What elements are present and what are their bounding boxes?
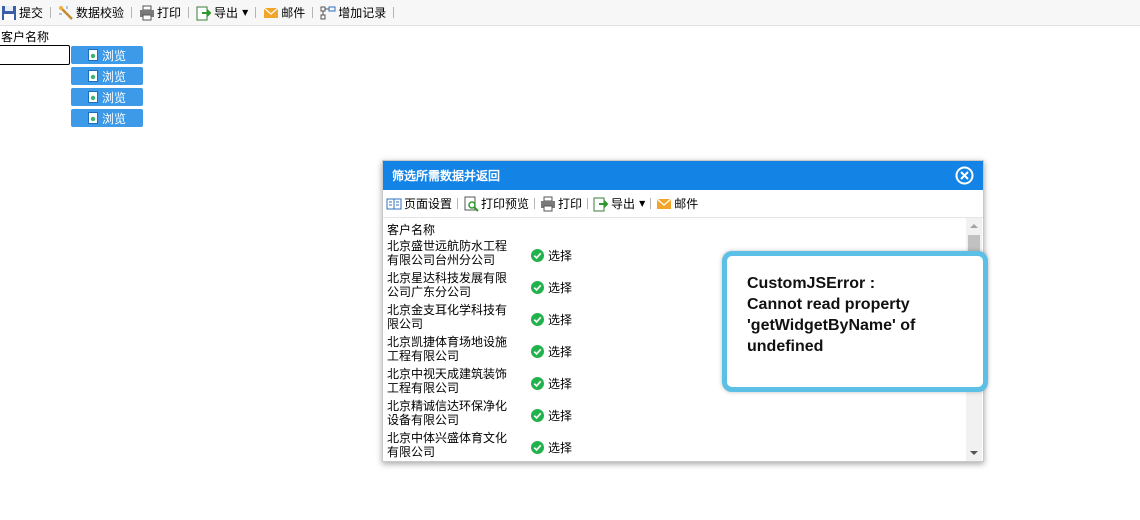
customer-name-cell: 北京金支耳化学科技有限公司 [387,303,508,331]
check-circle-icon [531,344,544,358]
select-label: 选择 [548,280,573,295]
table-row: 北京精诚信达环保净化设备有限公司 选择 [383,399,963,431]
data-validate-button[interactable]: 数据校验 [58,0,124,25]
dialog-print-button[interactable]: 打印 [540,191,582,216]
check-circle-icon [531,440,544,454]
select-button[interactable]: 选择 [531,431,572,461]
browse-label: 浏览 [101,69,126,84]
dialog-title: 筛选所需数据并返回 [392,169,501,183]
customer-name-input[interactable] [0,45,70,65]
check-circle-icon [531,312,544,326]
select-label: 选择 [548,344,573,359]
main-toolbar: 提交 数据校验 打印 导出 ▼ 邮件 增加记录 [0,0,1140,26]
browse-label: 浏览 [101,90,126,105]
browse-file-icon [87,49,98,61]
add-record-label: 增加记录 [338,6,387,20]
select-label: 选择 [548,376,573,391]
select-label: 选择 [548,248,573,263]
export-icon [593,197,609,211]
check-circle-icon [531,408,544,422]
customer-name-cell: 北京中视天成建筑装饰工程有限公司 [387,367,508,395]
check-circle-icon [531,376,544,390]
submit-button[interactable]: 提交 [1,0,43,25]
scroll-up-arrow-icon[interactable] [966,220,982,232]
check-circle-icon [531,280,544,294]
error-toast: CustomJSError : Cannot read property 'ge… [722,251,988,392]
browse-file-icon [87,91,98,103]
customer-name-cell: 北京精诚信达环保净化设备有限公司 [387,399,508,427]
customer-name-cell: 北京中体兴盛体育文化有限公司 [387,431,508,459]
page-setup-button[interactable]: 页面设置 [386,191,452,216]
select-button[interactable]: 选择 [531,399,572,431]
mail-icon [263,7,279,18]
print-button[interactable]: 打印 [139,0,181,25]
dialog-print-label: 打印 [558,197,583,211]
magic-wand-icon [59,5,73,20]
toolbar-divider [50,7,52,18]
toolbar-divider [534,198,536,209]
save-icon [2,5,16,20]
toolbar-divider [393,7,395,18]
toolbar-divider [650,198,652,209]
table-row: 北京中体兴盛体育文化有限公司 选择 [383,431,963,461]
browse-label: 浏览 [101,48,126,63]
column-header-customer-name: 客户名称 [387,223,436,237]
dialog-export-button[interactable]: 导出 ▼ [593,191,645,216]
customer-name-cell: 北京凯捷体育场地设施工程有限公司 [387,335,508,363]
mail-icon [656,198,672,209]
printer-icon [140,5,155,20]
toolbar-divider [255,7,257,18]
toolbar-divider [587,198,589,209]
browse-button[interactable]: 浏览 [71,67,143,85]
add-record-icon [320,6,336,19]
customer-name-label: 客户名称 [1,30,50,44]
data-validate-label: 数据校验 [76,6,125,20]
dialog-export-label: 导出 [611,197,636,211]
dialog-mail-label: 邮件 [674,197,699,211]
add-record-button[interactable]: 增加记录 [320,0,386,25]
select-label: 选择 [548,408,573,423]
scroll-down-arrow-icon[interactable] [966,447,982,459]
dialog-mail-button[interactable]: 邮件 [656,191,698,216]
select-button[interactable]: 选择 [531,367,572,399]
mail-label: 邮件 [281,6,306,20]
print-preview-button[interactable]: 打印预览 [463,191,529,216]
select-button[interactable]: 选择 [531,239,572,271]
export-button[interactable]: 导出 ▼ [196,0,248,25]
select-label: 选择 [548,312,573,327]
browse-button[interactable]: 浏览 [71,46,143,64]
toolbar-divider [131,7,133,18]
page-setup-label: 页面设置 [404,197,453,211]
browse-label: 浏览 [101,111,126,126]
toolbar-divider [312,7,314,18]
customer-name-cell: 北京星达科技发展有限公司广东分公司 [387,271,508,299]
check-circle-icon [531,248,544,262]
browse-file-icon [87,70,98,82]
page-setup-icon [386,198,402,209]
close-icon[interactable] [955,166,974,185]
browse-button[interactable]: 浏览 [71,109,143,127]
print-preview-icon [464,196,479,212]
toolbar-divider [457,198,459,209]
select-button[interactable]: 选择 [531,335,572,367]
print-preview-label: 打印预览 [481,197,530,211]
select-button[interactable]: 选择 [531,303,572,335]
submit-label: 提交 [19,6,44,20]
select-button[interactable]: 选择 [531,271,572,303]
chevron-down-icon: ▼ [242,8,249,17]
export-icon [196,6,212,20]
toolbar-divider [188,7,190,18]
printer-icon [541,196,556,211]
chevron-down-icon: ▼ [639,199,646,208]
error-message: CustomJSError : Cannot read property 'ge… [747,275,916,355]
customer-name-cell: 北京盛世远航防水工程有限公司台州分公司 [387,239,508,267]
browse-file-icon [87,112,98,124]
browse-button[interactable]: 浏览 [71,88,143,106]
dialog-header: 筛选所需数据并返回 [383,161,983,190]
print-label: 打印 [157,6,182,20]
export-label: 导出 [214,6,239,20]
dialog-toolbar: 页面设置 打印预览 打印 导出 ▼ 邮件 [383,190,983,218]
select-label: 选择 [548,440,573,455]
mail-button[interactable]: 邮件 [263,0,305,25]
